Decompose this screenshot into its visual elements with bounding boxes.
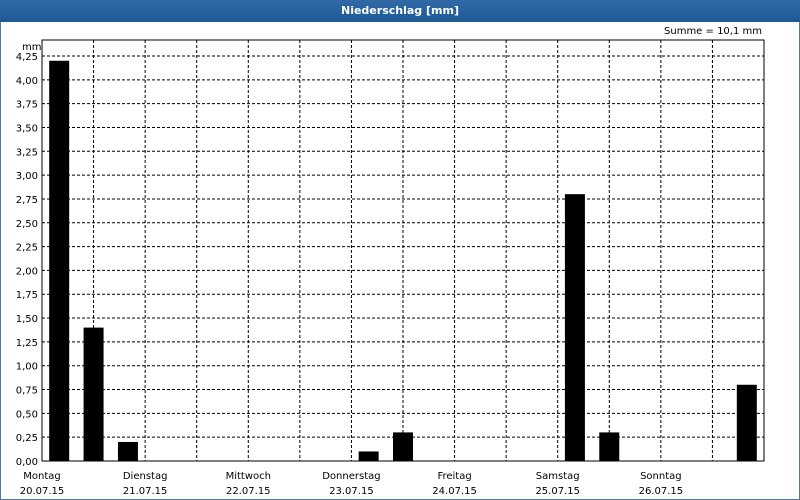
x-tick-date: 20.07.15 [20,486,65,497]
y-tick-label: 4,00 [16,76,38,87]
bar [736,384,757,461]
x-tick-day: Samstag [536,471,580,482]
bar [117,441,138,461]
y-tick-label: 3,00 [16,171,38,182]
bar [358,451,379,461]
y-tick-label: 0,50 [16,409,38,420]
bar [564,194,585,462]
x-tick-day: Dienstag [123,471,168,482]
y-tick-label: 1,50 [16,314,38,325]
x-tick-day: Sonntag [640,471,682,482]
x-tick-date: 25.07.15 [535,486,580,497]
y-tick-label: 2,50 [16,219,38,230]
x-tick-date: 21.07.15 [123,486,168,497]
x-tick-date: 26.07.15 [639,486,684,497]
bar [599,432,620,461]
x-tick-date: 22.07.15 [226,486,271,497]
y-tick-label: 0,00 [16,457,38,468]
y-tick-label: 3,25 [16,147,38,158]
y-tick-label: 1,00 [16,362,38,373]
bar [83,327,104,461]
x-tick-date: 24.07.15 [432,486,477,497]
y-axis-label: mm [22,42,41,53]
y-tick-label: 2,00 [16,266,38,277]
bar [49,60,70,461]
y-tick-label: 2,25 [16,243,38,254]
y-tick-label: 0,25 [16,433,38,444]
y-tick-label: 2,75 [16,195,38,206]
bar [393,432,413,461]
bar-chart: 0,00 0,25 0,50 0,75 1,00 1,25 1,50 1,75 2,00 2,25… [16,39,765,497]
y-tick-label: 1,75 [16,290,38,301]
y-tick-label: 3,75 [16,100,38,111]
x-tick-day: Mittwoch [226,471,271,482]
y-tick-label: 3,50 [16,123,38,134]
y-tick-label: 4,25 [16,52,38,63]
x-tick-day: Freitag [437,471,471,482]
y-tick-label: 1,25 [16,338,38,349]
x-tick-date: 23.07.15 [329,486,374,497]
x-tick-day: Donnerstag [322,471,380,482]
y-tick-label: 0,75 [16,386,38,397]
x-tick-day: Montag [23,471,60,482]
